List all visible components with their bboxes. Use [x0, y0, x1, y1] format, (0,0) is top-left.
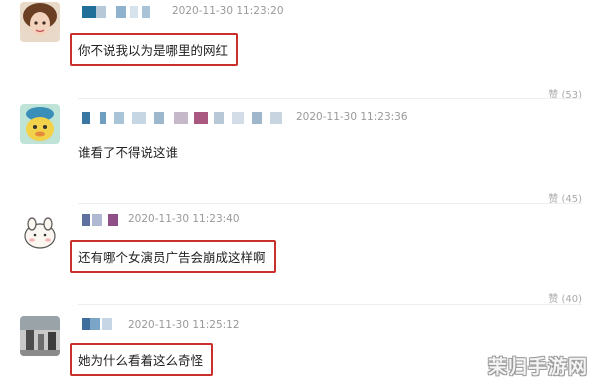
site-watermark: 茉归手游网 [487, 356, 588, 378]
comment-text: 谁看了不得说这谁 [78, 145, 179, 160]
user-avatar[interactable] [20, 316, 60, 356]
comment-text: 你不说我以为是哪里的网红 [70, 33, 239, 66]
divider [78, 304, 582, 305]
user-avatar[interactable] [20, 212, 60, 252]
comment-timestamp: 2020-11-30 11:25:12 [128, 319, 240, 331]
username-redacted[interactable] [82, 112, 288, 124]
username-redacted[interactable] [82, 214, 122, 226]
comment-timestamp: 2020-11-30 11:23:36 [296, 111, 408, 123]
username-redacted[interactable] [82, 318, 122, 330]
comment-timestamp: 2020-11-30 11:23:20 [172, 5, 284, 17]
user-avatar[interactable] [20, 2, 60, 42]
comment-timestamp: 2020-11-30 11:23:40 [128, 213, 240, 225]
like-count: 赞 (53) [548, 90, 582, 101]
username-redacted[interactable] [82, 6, 162, 18]
divider [78, 98, 582, 99]
comment-text: 她为什么看着这么奇怪 [70, 343, 214, 376]
like-button[interactable]: 赞 (40) [548, 290, 582, 305]
divider [78, 203, 582, 204]
user-avatar[interactable] [20, 104, 60, 144]
comment-text: 还有哪个女演员广告会崩成这样啊 [70, 240, 276, 273]
